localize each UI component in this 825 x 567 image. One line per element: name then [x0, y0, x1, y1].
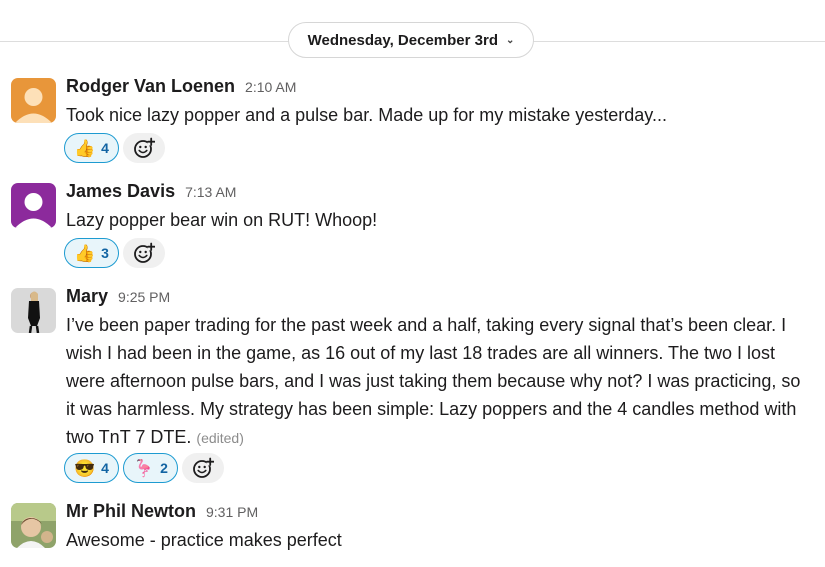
reaction-thumbs-up[interactable]: 👍 3	[64, 238, 119, 268]
reaction-count: 3	[101, 245, 109, 261]
avatar[interactable]	[11, 183, 56, 228]
edited-label: (edited)	[196, 430, 244, 446]
add-reaction-icon	[193, 457, 214, 478]
timestamp[interactable]: 9:25 PM	[118, 289, 170, 305]
avatar[interactable]	[11, 503, 56, 548]
message-body: I’ve been paper trading for the past wee…	[66, 315, 801, 447]
message-text: Lazy popper bear win on RUT! Whoop!	[66, 210, 378, 230]
message-text: I’ve been paper trading for the past wee…	[66, 311, 811, 452]
reaction-count: 2	[160, 460, 168, 476]
sunglasses-face-icon: 😎	[74, 458, 96, 478]
add-reaction-icon	[134, 137, 155, 158]
thumbs-up-icon: 👍	[74, 243, 96, 263]
add-reaction-icon	[134, 242, 155, 263]
timestamp[interactable]: 2:10 AM	[245, 79, 296, 95]
reaction-sunglasses[interactable]: 😎 4	[64, 453, 119, 483]
message-text: Took nice lazy popper and a pulse bar. M…	[66, 105, 667, 125]
date-divider-button[interactable]: Wednesday, December 3rd ⌄	[288, 22, 534, 58]
add-reaction-button[interactable]	[122, 238, 165, 268]
chevron-down-icon: ⌄	[505, 34, 515, 46]
author-name[interactable]: Mary	[66, 286, 108, 307]
reaction-flamingo[interactable]: 🦩 2	[122, 453, 178, 483]
reaction-count: 4	[101, 460, 109, 476]
date-label: Wednesday, December 3rd	[307, 31, 498, 49]
timestamp[interactable]: 7:13 AM	[185, 184, 236, 200]
avatar[interactable]	[11, 78, 56, 123]
reaction-count: 4	[101, 140, 109, 156]
author-name[interactable]: James Davis	[66, 181, 175, 202]
reaction-thumbs-up[interactable]: 👍 4	[64, 133, 119, 163]
add-reaction-button[interactable]	[122, 133, 165, 163]
flamingo-icon: 🦩	[132, 458, 155, 478]
add-reaction-button[interactable]	[181, 453, 224, 483]
avatar[interactable]	[11, 288, 56, 333]
timestamp[interactable]: 9:31 PM	[206, 504, 258, 520]
thumbs-up-icon: 👍	[74, 138, 96, 158]
author-name[interactable]: Mr Phil Newton	[66, 501, 196, 522]
author-name[interactable]: Rodger Van Loenen	[66, 76, 235, 97]
message-text: Awesome - practice makes perfect	[66, 530, 342, 550]
